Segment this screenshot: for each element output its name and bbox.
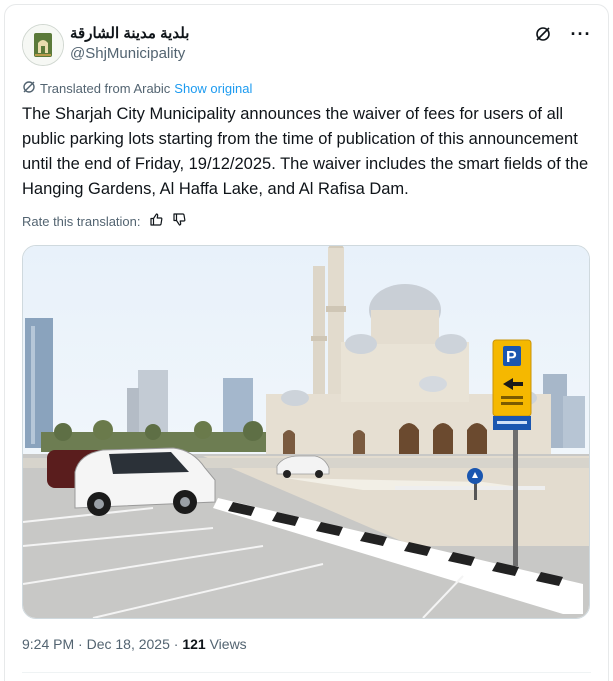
- views-label: Views: [205, 636, 247, 652]
- post-meta: 9:24 PM · Dec 18, 2025 · 121 Views: [22, 636, 247, 652]
- thumbs-down-icon[interactable]: [172, 212, 187, 230]
- account-handle[interactable]: @ShjMunicipality: [70, 44, 189, 64]
- post-date[interactable]: Dec 18, 2025: [87, 636, 170, 652]
- divider: [22, 672, 591, 673]
- thumbs-up-icon[interactable]: [149, 212, 164, 230]
- post-text: The Sharjah City Municipality announces …: [22, 105, 589, 198]
- post-photo[interactable]: P: [22, 245, 590, 619]
- rate-translation: Rate this translation:: [22, 212, 187, 230]
- more-dots-icon[interactable]: ···: [571, 24, 591, 44]
- avatar[interactable]: [22, 24, 64, 66]
- svg-text:P: P: [506, 349, 517, 366]
- show-original-link[interactable]: Show original: [174, 81, 252, 96]
- display-name[interactable]: بلدية مدينة الشارقة: [70, 24, 189, 44]
- mosque-parking-photo: P: [23, 246, 589, 618]
- post-time[interactable]: 9:24 PM: [22, 636, 74, 652]
- translate-icon: [22, 80, 36, 97]
- tweet-header: بلدية مدينة الشارقة @ShjMunicipality ···: [22, 22, 591, 70]
- translated-label: Translated from Arabic: [40, 81, 171, 96]
- meta-separator-2: ·: [169, 636, 183, 652]
- municipality-logo-icon: [23, 25, 63, 65]
- translation-notice: Translated from Arabic Show original: [22, 80, 252, 97]
- grok-slash-icon[interactable]: [533, 24, 553, 44]
- views-count: 121: [182, 636, 206, 652]
- meta-separator: ·: [74, 636, 87, 652]
- rate-translation-label: Rate this translation:: [22, 213, 141, 229]
